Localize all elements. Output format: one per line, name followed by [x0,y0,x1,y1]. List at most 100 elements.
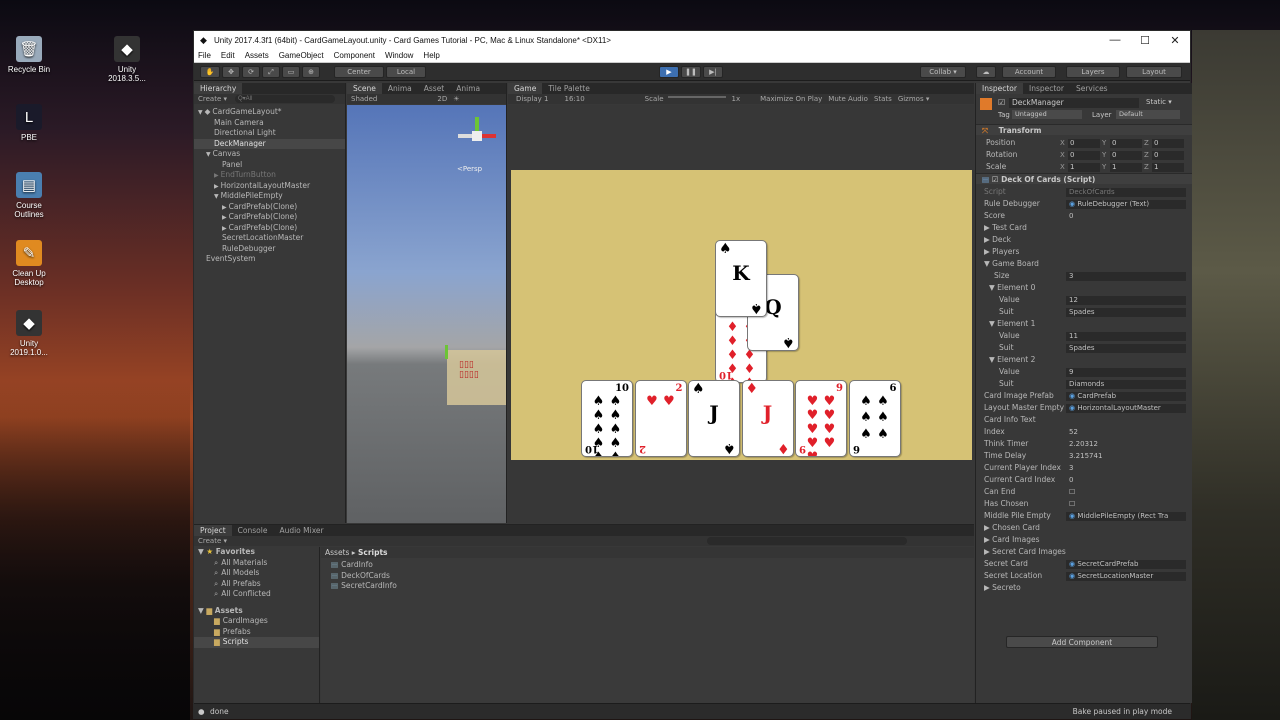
hierarchy-search-input[interactable] [235,95,335,103]
inspector-field-value[interactable]: 2.20312 [1066,440,1186,449]
menu-gameobject[interactable]: GameObject [279,51,324,60]
script-file[interactable]: ▤ DeckOfCards [331,571,974,582]
tab-audio-mixer[interactable]: Audio Mixer [273,525,329,536]
expand-arrow-icon[interactable]: ▶ [222,214,227,221]
close-button[interactable]: ✕ [1160,34,1190,47]
add-component-button[interactable]: Add Component [1006,636,1158,648]
gizmos-dropdown[interactable]: Gizmos ▾ [898,95,930,103]
hierarchy-item[interactable]: SecretLocationMaster [194,233,345,244]
collab-button[interactable]: Collab ▾ [920,66,966,78]
hierarchy-item[interactable]: Directional Light [194,128,345,139]
inspector-field[interactable]: ▶ Deck [976,234,1192,246]
inspector-field[interactable]: ▶ Secreto [976,582,1192,594]
transform-x-field[interactable]: 0 [1068,150,1100,160]
playing-card[interactable]: 6 6 ♠ ♠ ♠ ♠ ♠ ♠ [848,380,901,457]
expand-arrow-icon[interactable]: ▶ [222,225,227,232]
hierarchy-item[interactable]: ▶ HorizontalLayoutMaster [194,181,345,192]
pivot-center-toggle[interactable]: Center [334,66,384,78]
inspector-field-value[interactable]: 0 [1066,212,1186,221]
tab-hierarchy[interactable]: Hierarchy [194,83,243,94]
scale-tool-button[interactable]: ⤢ [262,66,280,78]
inspector-field[interactable]: Card Info Text [976,414,1192,426]
hierarchy-item[interactable]: EventSystem [194,254,345,265]
favorite-item[interactable]: ⌕ All Materials [194,558,319,569]
hierarchy-item[interactable]: RuleDebugger [194,244,345,255]
transform-y-field[interactable]: 0 [1110,150,1142,160]
mute-audio-toggle[interactable]: Mute Audio [828,95,868,103]
pause-button[interactable]: ❚❚ [681,66,701,78]
transform-y-field[interactable]: 0 [1110,138,1142,148]
inspector-field-value[interactable]: 3 [1066,271,1186,281]
mode-2d-toggle[interactable]: 2D [437,95,447,103]
inspector-field-value[interactable]: 0 [1066,476,1186,485]
menu-help[interactable]: Help [423,51,439,60]
transform-header[interactable]: ⤧ Transform [976,124,1192,135]
desktop-icon[interactable]: 🗑 Recycle Bin [2,36,56,74]
inspector-field-value[interactable]: Spades [1066,307,1186,317]
expand-arrow-icon[interactable]: ▶ [214,172,219,179]
object-name-field[interactable]: DeckManager [1009,98,1139,108]
transform-z-field[interactable]: 0 [1152,138,1184,148]
hierarchy-item[interactable]: ▼ MiddlePileEmpty [194,191,345,202]
favorite-item[interactable]: ⌕ All Conflicted [194,589,319,600]
desktop-icon[interactable]: ✎ Clean Up Desktop [2,240,56,287]
inspector-field-value[interactable]: ☐ [1066,488,1186,497]
playing-card[interactable]: 1010♠♠♠♠♠♠♠♠♠♠ [581,380,633,457]
inspector-field[interactable]: ▶ Chosen Card [976,522,1192,534]
rect-tool-button[interactable]: ▭ [282,66,300,78]
inspector-field-value[interactable]: SecretLocationMaster [1066,571,1186,581]
scale-slider[interactable] [667,96,726,98]
cloud-icon[interactable]: ☁ [976,66,996,78]
desktop-icon[interactable]: ▤ Course Outlines [2,172,56,219]
hierarchy-item[interactable]: ▶ CardPrefab(Clone) [194,212,345,223]
scene-lighting-icon[interactable]: ☀ [453,95,459,103]
tab-tile-palette[interactable]: Tile Palette [542,83,596,94]
expand-arrow-icon[interactable]: ▼ [214,193,219,200]
inspector-field-value[interactable]: 3 [1066,464,1186,473]
transform-tool-button[interactable]: ⊕ [302,66,320,78]
playing-card[interactable]: ♦ J ♦ [741,380,794,457]
tab-inspector[interactable]: Inspector [976,83,1023,94]
playing-card[interactable]: 99♥♥♥♥♥♥♥♥♥ [795,380,847,457]
hierarchy-item[interactable]: DeckManager [194,138,345,149]
favorite-item[interactable]: ⌕ All Models [194,568,319,579]
transform-z-field[interactable]: 0 [1152,150,1184,160]
expand-arrow-icon[interactable]: ▶ [214,183,219,190]
inspector-field-value[interactable]: Diamonds [1066,379,1186,389]
space-local-toggle[interactable]: Local [386,66,426,78]
assets-header[interactable]: ▼ ▆ Assets [194,606,319,617]
hierarchy-item[interactable]: ▼ Canvas [194,149,345,160]
tag-dropdown[interactable]: Untagged [1012,110,1082,119]
hand-tool-button[interactable]: ✋ [200,66,220,78]
transform-x-field[interactable]: 1 [1068,162,1100,172]
hierarchy-create-button[interactable]: Create ▾ [198,95,227,103]
persp-label[interactable]: <Persp [457,165,482,173]
static-toggle[interactable]: Static ▾ [1146,98,1172,106]
desktop-icon[interactable]: ◆ Unity 2019.1.0... [2,310,56,357]
hierarchy-item[interactable]: ▶ CardPrefab(Clone) [194,202,345,213]
hierarchy-item[interactable]: ▶ EndTurnButton [194,170,345,181]
stats-toggle[interactable]: Stats [874,95,892,103]
menu-component[interactable]: Component [334,51,375,60]
script-file[interactable]: ▤ CardInfo [331,560,974,571]
account-dropdown[interactable]: Account [1002,66,1056,78]
folder-item[interactable]: ▆ Prefabs [194,627,319,638]
inspector-field-value[interactable]: 12 [1066,295,1186,305]
hierarchy-item[interactable]: ▶ CardPrefab(Clone) [194,223,345,234]
inspector-field-value[interactable]: HorizontalLayoutMaster [1066,403,1186,413]
tab-anima[interactable]: Anima [450,83,486,94]
inspector-field-value[interactable]: 11 [1066,331,1186,341]
transform-z-field[interactable]: 1 [1152,162,1184,172]
transform-y-field[interactable]: 1 [1110,162,1142,172]
expand-arrow-icon[interactable]: ▼ [206,151,211,158]
move-tool-button[interactable]: ✥ [222,66,240,78]
play-button[interactable]: ▶ [659,66,679,78]
tab-inspector[interactable]: Inspector [1023,83,1070,94]
transform-x-field[interactable]: 0 [1068,138,1100,148]
desktop-icon[interactable]: L PBE [2,104,56,142]
menu-file[interactable]: File [198,51,211,60]
scene-viewport[interactable]: <Persp ▯▯▯ ▯▯▯▯ [347,105,506,523]
favorites-header[interactable]: ▼ ★ Favorites [194,547,319,558]
project-create-button[interactable]: Create ▾ [198,537,227,545]
inspector-field-value[interactable]: 9 [1066,367,1186,377]
